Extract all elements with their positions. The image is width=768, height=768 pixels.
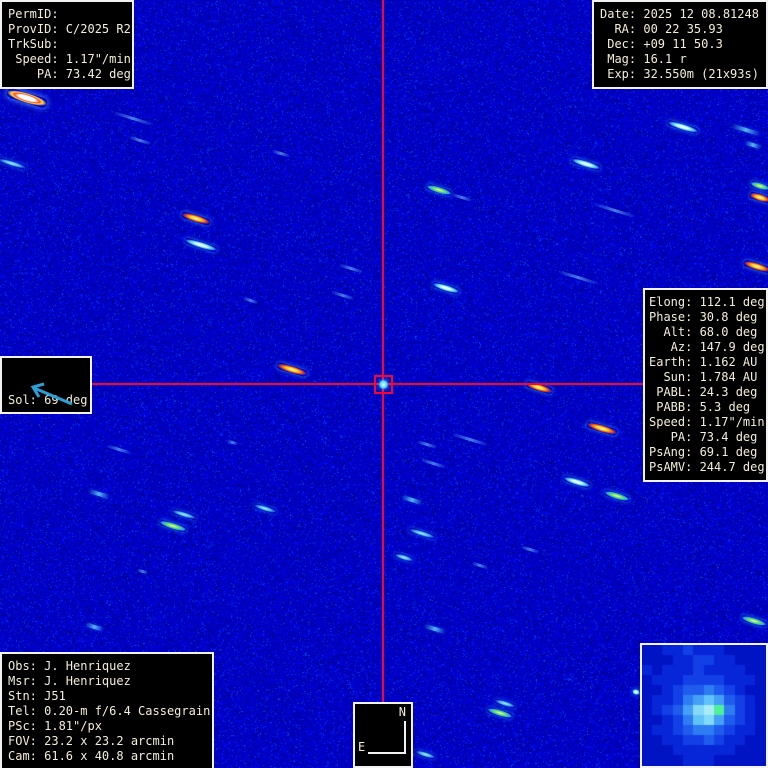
star-trail: [743, 259, 768, 274]
star-trail: [421, 458, 446, 468]
star-trail: [0, 157, 27, 171]
star-trail: [85, 623, 102, 632]
panel-line: ProvID: C/2025 R2: [8, 22, 126, 37]
panel-line: Speed: 1.17"/min: [649, 415, 762, 430]
target-marker-box: [374, 375, 393, 394]
star-trail: [521, 545, 539, 553]
star-trail: [129, 136, 151, 145]
panel-line: FOV: 23.2 x 23.2 arcmin: [8, 734, 206, 749]
star-trail: [184, 237, 218, 253]
star-trail: [732, 124, 760, 136]
star-trail: [408, 527, 436, 540]
ephemeris-panel: Elong: 112.1 degPhase: 30.8 deg Alt: 68.…: [643, 288, 768, 482]
panel-line: Phase: 30.8 deg: [649, 310, 762, 325]
star-trail: [741, 614, 768, 627]
compass-east-label: E: [358, 740, 365, 754]
star-trail: [107, 445, 131, 455]
sun-direction-panel: Sol: 69 deg: [0, 356, 92, 414]
star-trail: [604, 489, 631, 502]
panel-line: Msr: J. Henriquez: [8, 674, 206, 689]
star-trail: [5, 87, 48, 109]
observer-info-panel: Obs: J. HenriquezMsr: J. HenriquezStn: J…: [0, 652, 214, 768]
star-trail: [417, 440, 437, 449]
compass-east-axis: [368, 752, 406, 754]
panel-line: Stn: J51: [8, 689, 206, 704]
star-trail: [242, 297, 257, 304]
compass-north-axis: [404, 721, 406, 754]
compass-rose: N E: [353, 702, 413, 768]
star-trail: [402, 495, 422, 505]
panel-line: Sun: 1.784 AU: [649, 370, 762, 385]
panel-line: RA: 00 22 35.93: [600, 22, 760, 37]
star-trail: [171, 508, 197, 520]
star-trail: [272, 149, 290, 157]
panel-line: Cam: 61.6 x 40.8 arcmin: [8, 749, 206, 764]
panel-line: Mag: 16.1 r: [600, 52, 760, 67]
panel-line: PsAng: 69.1 deg: [649, 445, 762, 460]
star-trail: [571, 157, 601, 172]
object-info-panel: PermID:ProvID: C/2025 R2TrkSub: Speed: 1…: [0, 0, 134, 89]
star-trail: [667, 119, 699, 134]
panel-line: PABL: 24.3 deg: [649, 385, 762, 400]
panel-line: PA: 73.4 deg: [649, 430, 762, 445]
panel-line: Speed: 1.17"/min: [8, 52, 126, 67]
panel-line: PABB: 5.3 deg: [649, 400, 762, 415]
sun-direction-arrow-icon: [6, 376, 90, 410]
panel-line: Date: 2025 12 08.81248: [600, 7, 760, 22]
compass-north-label: N: [399, 705, 406, 719]
panel-line: Dec: +09 11 50.3: [600, 37, 760, 52]
star-trail: [472, 562, 488, 570]
star-trail: [181, 211, 212, 226]
star-trail: [452, 433, 487, 446]
star-trail: [276, 361, 309, 377]
star-trail: [253, 503, 277, 515]
panel-line: PA: 73.42 deg: [8, 67, 126, 82]
star-trail: [89, 489, 109, 499]
panel-line: Exp: 32.550m (21x93s): [600, 67, 760, 82]
star-trail: [586, 420, 619, 436]
star-trail: [494, 698, 517, 709]
comet-zoom-pixels: [642, 645, 766, 766]
star-trail: [414, 749, 436, 760]
panel-line: PsAMV: 244.7 deg: [649, 460, 762, 475]
star-trail: [339, 264, 363, 274]
star-trail: [226, 439, 237, 445]
panel-line: PSc: 1.81"/px: [8, 719, 206, 734]
panel-line: Elong: 112.1 deg: [649, 295, 762, 310]
star-trail: [748, 191, 768, 204]
star-trail: [159, 519, 188, 533]
panel-line: Alt: 68.0 deg: [649, 325, 762, 340]
star-trail: [136, 568, 147, 574]
star-trail: [432, 281, 461, 295]
star-trail: [750, 180, 768, 192]
star-trail: [394, 552, 415, 563]
star-trail: [595, 203, 634, 218]
star-trail: [558, 270, 597, 285]
panel-line: Earth: 1.162 AU: [649, 355, 762, 370]
star-trail: [426, 183, 453, 196]
comet-zoom-inset: [640, 643, 768, 768]
panel-line: Tel: 0.20-m f/6.4 Cassegrain: [8, 704, 206, 719]
star-trail: [452, 193, 472, 202]
star-trail: [487, 706, 514, 719]
star-trail: [563, 475, 592, 489]
star-trail: [745, 141, 761, 150]
star-trail: [113, 111, 152, 126]
fits-image-viewport: PermID:ProvID: C/2025 R2TrkSub: Speed: 1…: [0, 0, 768, 768]
star-trail: [425, 624, 445, 634]
panel-line: Obs: J. Henriquez: [8, 659, 206, 674]
star-trail: [332, 291, 354, 300]
astrometry-panel: Date: 2025 12 08.81248 RA: 00 22 35.93 D…: [592, 0, 768, 89]
panel-line: TrkSub:: [8, 37, 126, 52]
panel-line: PermID:: [8, 7, 126, 22]
panel-line: Az: 147.9 deg: [649, 340, 762, 355]
